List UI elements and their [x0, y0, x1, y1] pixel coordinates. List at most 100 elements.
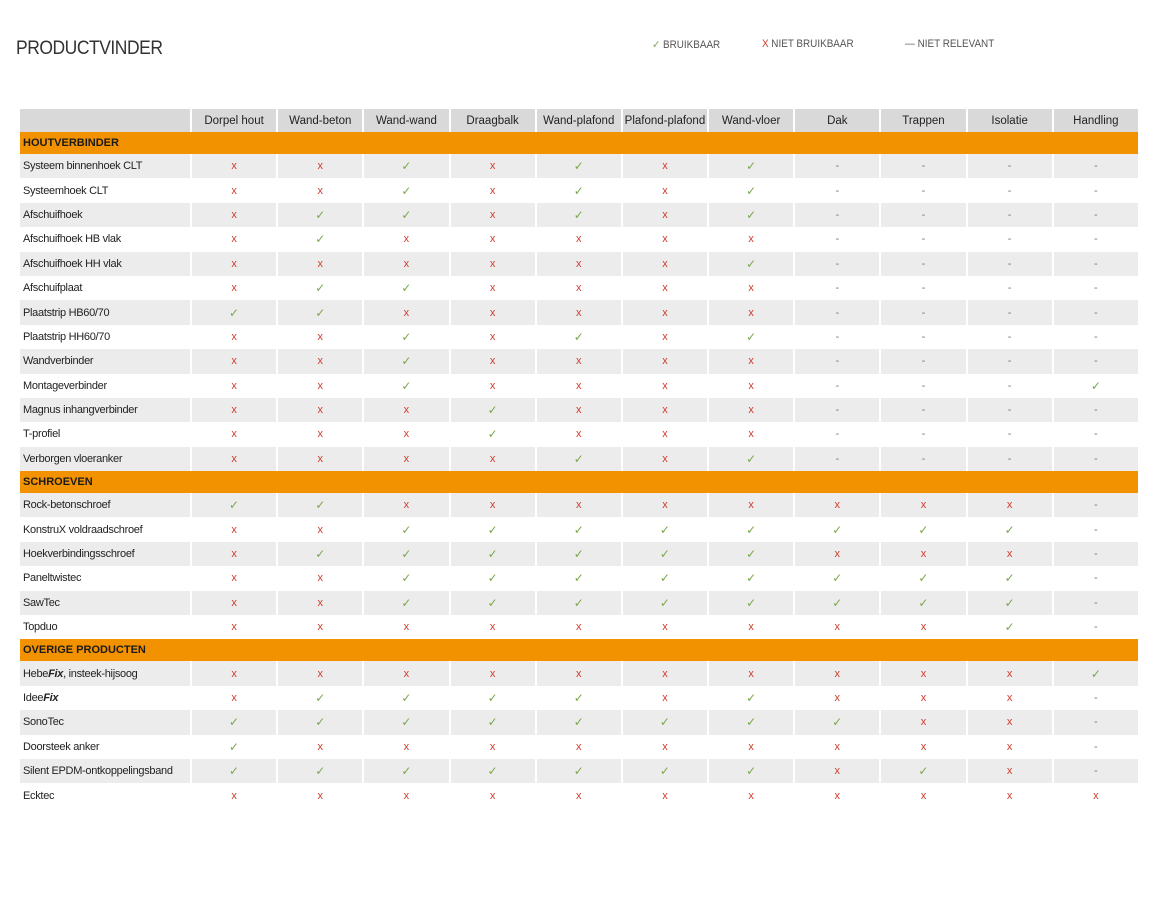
- check-icon: ✓: [746, 159, 757, 174]
- status-cell: ✓: [620, 590, 708, 616]
- check-icon: ✓: [659, 715, 670, 730]
- cross-icon: x: [317, 667, 324, 680]
- section-header: SCHROEVEN: [20, 471, 1138, 494]
- status-cell: x: [190, 615, 277, 640]
- cross-icon: x: [834, 740, 841, 753]
- status-cell: x: [707, 422, 794, 447]
- status-cell: x: [793, 493, 880, 518]
- status-cell: ✓: [276, 541, 363, 567]
- status-cell: x: [276, 446, 363, 472]
- status-cell: -: [965, 154, 1052, 179]
- check-icon: ✓: [229, 715, 240, 730]
- status-cell: x: [534, 227, 621, 252]
- check-icon: ✓: [746, 256, 757, 271]
- dash-icon: -: [835, 355, 840, 368]
- status-cell: -: [879, 446, 966, 472]
- status-cell: -: [793, 324, 880, 350]
- status-cell: x: [620, 422, 708, 447]
- dash-icon: -: [1094, 716, 1098, 729]
- status-cell: x: [448, 202, 535, 228]
- status-cell: ✓: [707, 178, 794, 203]
- status-cell: ✓: [362, 710, 449, 735]
- status-cell: x: [707, 227, 794, 252]
- cross-icon: x: [662, 667, 668, 680]
- column-header: Plafond-plafond: [620, 109, 708, 132]
- cross-icon: x: [489, 740, 496, 753]
- legend-not-usable-label: NIET BRUIKBAAR: [771, 38, 854, 50]
- status-cell: x: [534, 300, 621, 325]
- table-row: Afschuifhoek HB vlak x ✓ x x x x x - - - -: [20, 227, 1138, 252]
- check-icon: ✓: [659, 547, 670, 562]
- table-row: Verborgen vloeranker x x x x ✓ x ✓ - - - -: [20, 446, 1138, 472]
- cross-icon: x: [317, 257, 324, 270]
- cross-icon: x: [576, 306, 582, 319]
- status-cell: x: [707, 783, 794, 808]
- check-icon: ✓: [746, 183, 757, 198]
- status-cell: -: [1051, 202, 1138, 228]
- status-cell: -: [1051, 710, 1138, 735]
- status-cell: ✓: [793, 517, 880, 542]
- product-name: Plaatstrip HB60/70: [20, 300, 190, 325]
- status-cell: ✓: [707, 758, 794, 784]
- status-cell: x: [362, 251, 449, 276]
- check-icon: ✓: [401, 691, 412, 705]
- check-icon: ✓: [401, 547, 412, 562]
- check-icon: ✓: [832, 571, 843, 586]
- status-cell: x: [190, 661, 277, 686]
- cross-icon: x: [576, 379, 582, 392]
- status-cell: x: [620, 783, 708, 808]
- dash-icon: -: [921, 184, 926, 197]
- cross-icon: x: [317, 740, 324, 753]
- status-cell: -: [793, 422, 880, 447]
- table-row: Systeem binnenhoek CLT x x ✓ x ✓ x ✓ - - - -: [20, 154, 1138, 179]
- check-icon: ✓: [401, 281, 412, 296]
- product-name-part: Idee: [23, 692, 44, 704]
- product-name-brand: Fix: [48, 667, 64, 680]
- table-row: Topduo x x x x x x x x x ✓ -: [20, 615, 1138, 640]
- status-cell: x: [276, 422, 363, 447]
- status-cell: ✓: [620, 710, 708, 735]
- status-cell: x: [276, 615, 363, 640]
- status-cell: -: [879, 373, 966, 398]
- check-icon: ✓: [315, 305, 326, 320]
- status-cell: ✓: [620, 758, 708, 784]
- cross-icon: x: [1006, 765, 1013, 778]
- status-cell: -: [879, 397, 966, 423]
- status-cell: x: [448, 275, 535, 301]
- cross-icon: x: [317, 789, 324, 802]
- cross-icon: x: [231, 184, 237, 197]
- cross-icon: x: [748, 667, 754, 680]
- cross-icon: x: [920, 548, 927, 561]
- status-cell: ✓: [362, 566, 449, 591]
- check-icon: ✓: [746, 329, 757, 344]
- cross-icon: x: [231, 330, 237, 343]
- status-cell: -: [793, 227, 880, 252]
- status-cell: -: [1051, 275, 1138, 301]
- cross-icon: x: [489, 233, 496, 246]
- status-cell: ✓: [707, 685, 794, 711]
- cross-icon: x: [489, 282, 496, 295]
- status-cell: -: [793, 397, 880, 423]
- status-cell: x: [793, 661, 880, 686]
- status-cell: ✓: [276, 227, 363, 252]
- check-icon: ✓: [918, 571, 929, 586]
- product-name: Paneltwistec: [20, 566, 190, 591]
- check-icon: ✓: [573, 159, 584, 174]
- page-title: PRODUCTVINDER: [16, 38, 163, 59]
- status-cell: x: [190, 590, 277, 616]
- cross-icon: x: [317, 379, 324, 392]
- status-cell: ✓: [362, 541, 449, 567]
- status-cell: x: [620, 397, 708, 423]
- product-name-rest: , insteek-hijsoog: [63, 667, 138, 680]
- product-name: SawTec: [20, 590, 190, 616]
- legend-not-usable: X NIET BRUIKBAAR: [762, 38, 854, 50]
- cross-icon: x: [231, 233, 237, 246]
- status-cell: x: [534, 422, 621, 447]
- status-cell: -: [965, 397, 1052, 423]
- check-icon: ✓: [746, 207, 757, 222]
- status-cell: x: [276, 178, 363, 203]
- status-cell: x: [190, 349, 277, 374]
- cross-icon: x: [834, 548, 841, 561]
- status-cell: -: [1051, 615, 1138, 640]
- cross-icon: x: [748, 282, 754, 295]
